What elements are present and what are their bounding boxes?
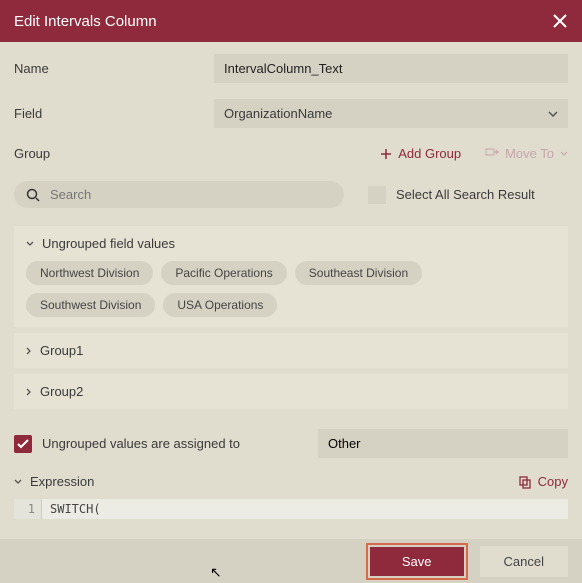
- field-value: OrganizationName: [224, 106, 332, 121]
- chevron-down-icon: [14, 479, 22, 485]
- plus-icon: [380, 148, 392, 160]
- group-name: Group2: [40, 384, 83, 399]
- chevron-down-icon: [560, 151, 568, 156]
- copy-icon: [518, 475, 532, 489]
- search-box[interactable]: [14, 181, 344, 208]
- value-chip[interactable]: USA Operations: [163, 293, 277, 317]
- code-line: SWITCH(: [42, 499, 109, 519]
- cancel-button[interactable]: Cancel: [480, 546, 568, 577]
- value-chip[interactable]: Pacific Operations: [161, 261, 286, 285]
- value-chip[interactable]: Southeast Division: [295, 261, 422, 285]
- group-header[interactable]: Group2: [26, 384, 556, 399]
- value-chip[interactable]: Northwest Division: [26, 261, 153, 285]
- ungrouped-panel: Ungrouped field values Northwest Divisio…: [14, 226, 568, 327]
- select-all-label: Select All Search Result: [396, 187, 535, 202]
- copy-button[interactable]: Copy: [518, 474, 568, 489]
- group-panel: Group1: [14, 333, 568, 368]
- add-group-button[interactable]: Add Group: [380, 146, 461, 161]
- group-header[interactable]: Group1: [26, 343, 556, 358]
- dialog-title: Edit Intervals Column: [14, 13, 157, 30]
- ungrouped-title: Ungrouped field values: [42, 236, 175, 251]
- dialog-footer: Save Cancel: [0, 539, 582, 583]
- expression-label: Expression: [30, 474, 94, 489]
- group-panel: Group2: [14, 374, 568, 409]
- group-name: Group1: [40, 343, 83, 358]
- assigned-value-input[interactable]: [318, 429, 568, 458]
- move-icon: [485, 148, 499, 160]
- copy-label: Copy: [538, 474, 568, 489]
- expression-editor[interactable]: 1 SWITCH(: [14, 499, 568, 519]
- chevron-right-icon: [26, 347, 32, 355]
- name-input[interactable]: [214, 54, 568, 83]
- search-input[interactable]: [50, 187, 332, 202]
- move-to-label: Move To: [505, 146, 554, 161]
- chevron-down-icon: [26, 241, 34, 247]
- assigned-checkbox[interactable]: [14, 435, 32, 453]
- dialog-titlebar: Edit Intervals Column: [0, 0, 582, 42]
- search-icon: [26, 188, 40, 202]
- field-select[interactable]: OrganizationName: [214, 99, 568, 128]
- save-button[interactable]: Save: [370, 547, 464, 576]
- ungrouped-header[interactable]: Ungrouped field values: [26, 236, 556, 251]
- assigned-label: Ungrouped values are assigned to: [42, 436, 308, 451]
- line-number: 1: [14, 499, 42, 519]
- select-all-checkbox[interactable]: [368, 186, 386, 204]
- field-label: Field: [14, 106, 204, 121]
- name-label: Name: [14, 61, 204, 76]
- close-icon[interactable]: [552, 13, 568, 29]
- expression-toggle[interactable]: Expression: [14, 474, 94, 489]
- add-group-label: Add Group: [398, 146, 461, 161]
- chevron-down-icon: [548, 111, 558, 117]
- group-label: Group: [14, 146, 380, 161]
- value-chip[interactable]: Southwest Division: [26, 293, 155, 317]
- move-to-button: Move To: [485, 146, 568, 161]
- chevron-right-icon: [26, 388, 32, 396]
- cursor-icon: ↖: [210, 564, 222, 581]
